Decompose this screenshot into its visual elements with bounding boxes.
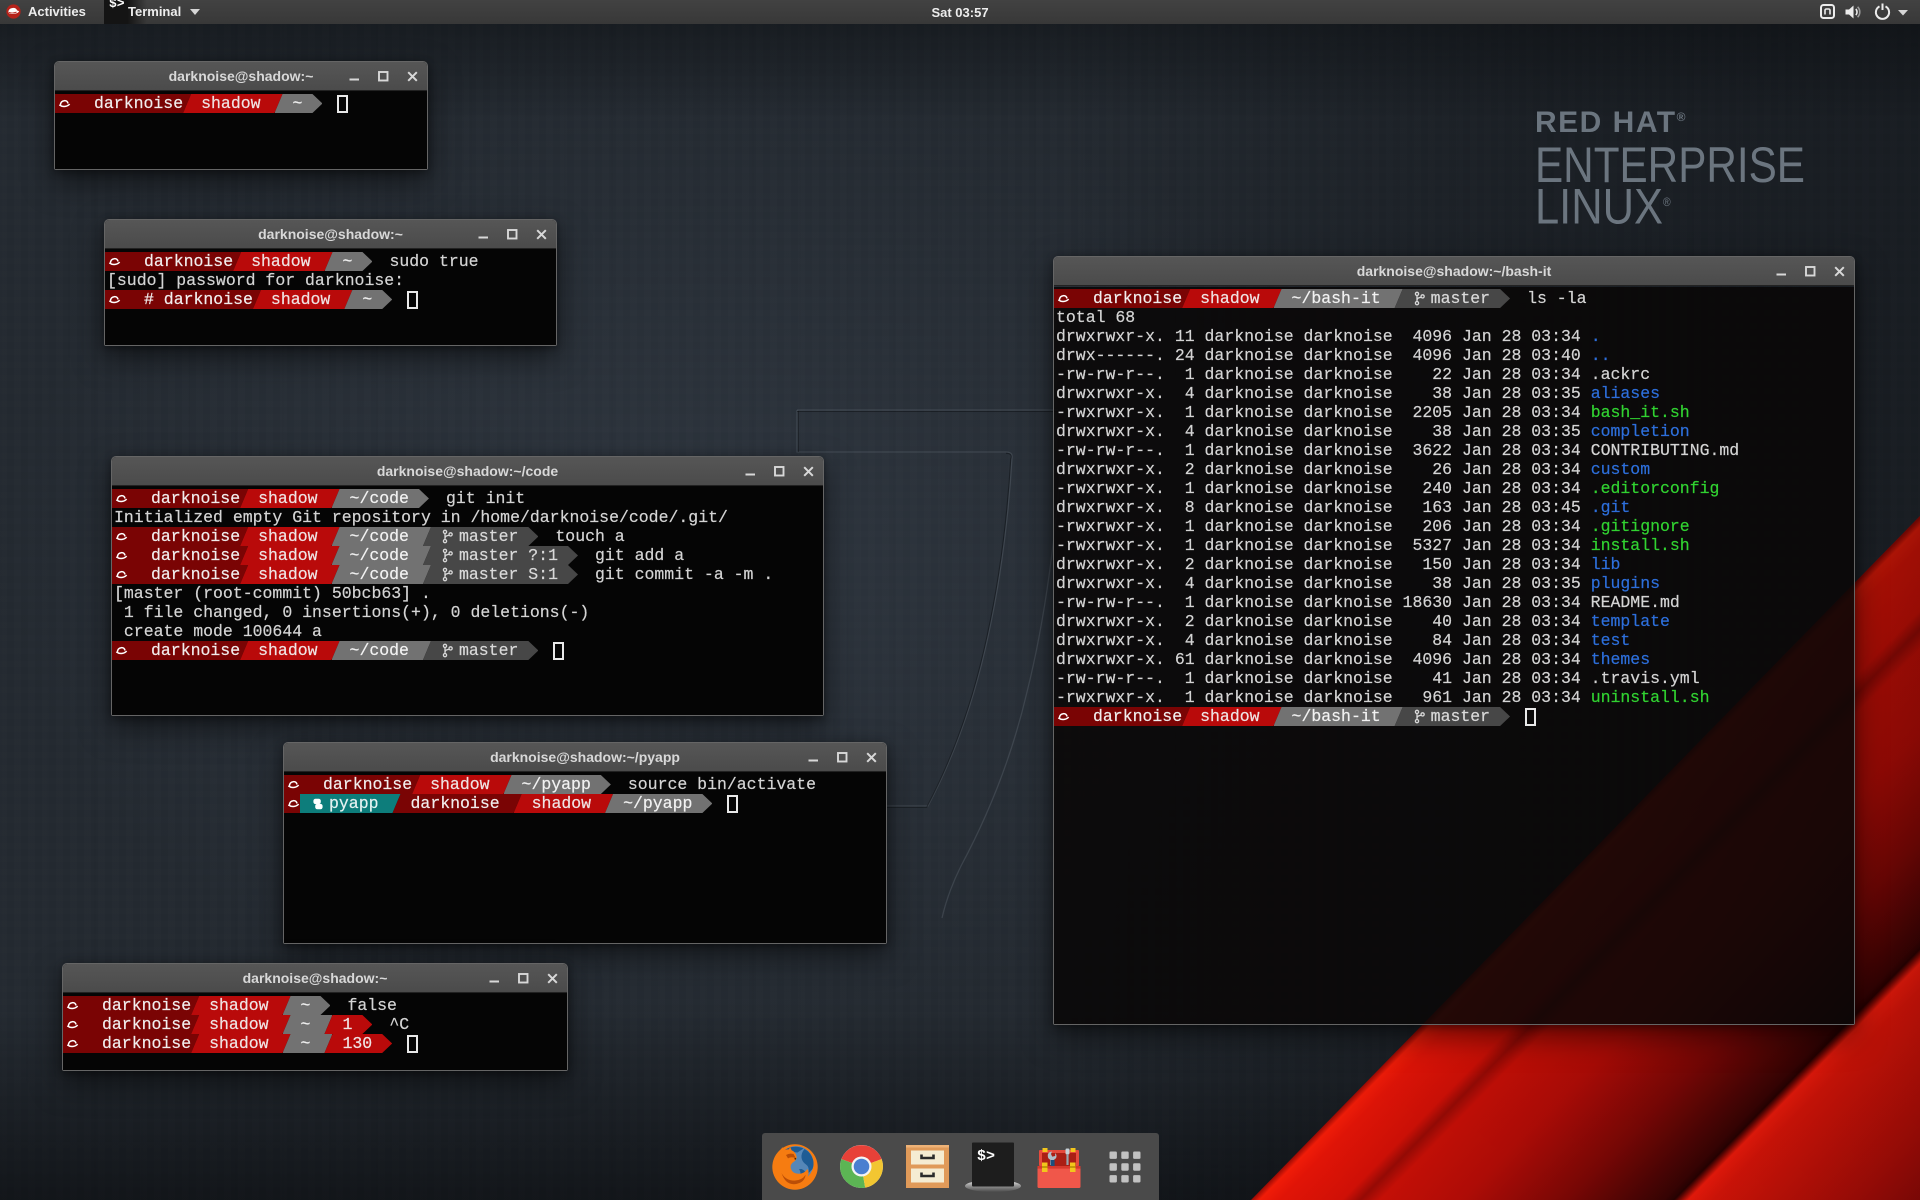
svg-text:$>: $>	[977, 1148, 995, 1165]
